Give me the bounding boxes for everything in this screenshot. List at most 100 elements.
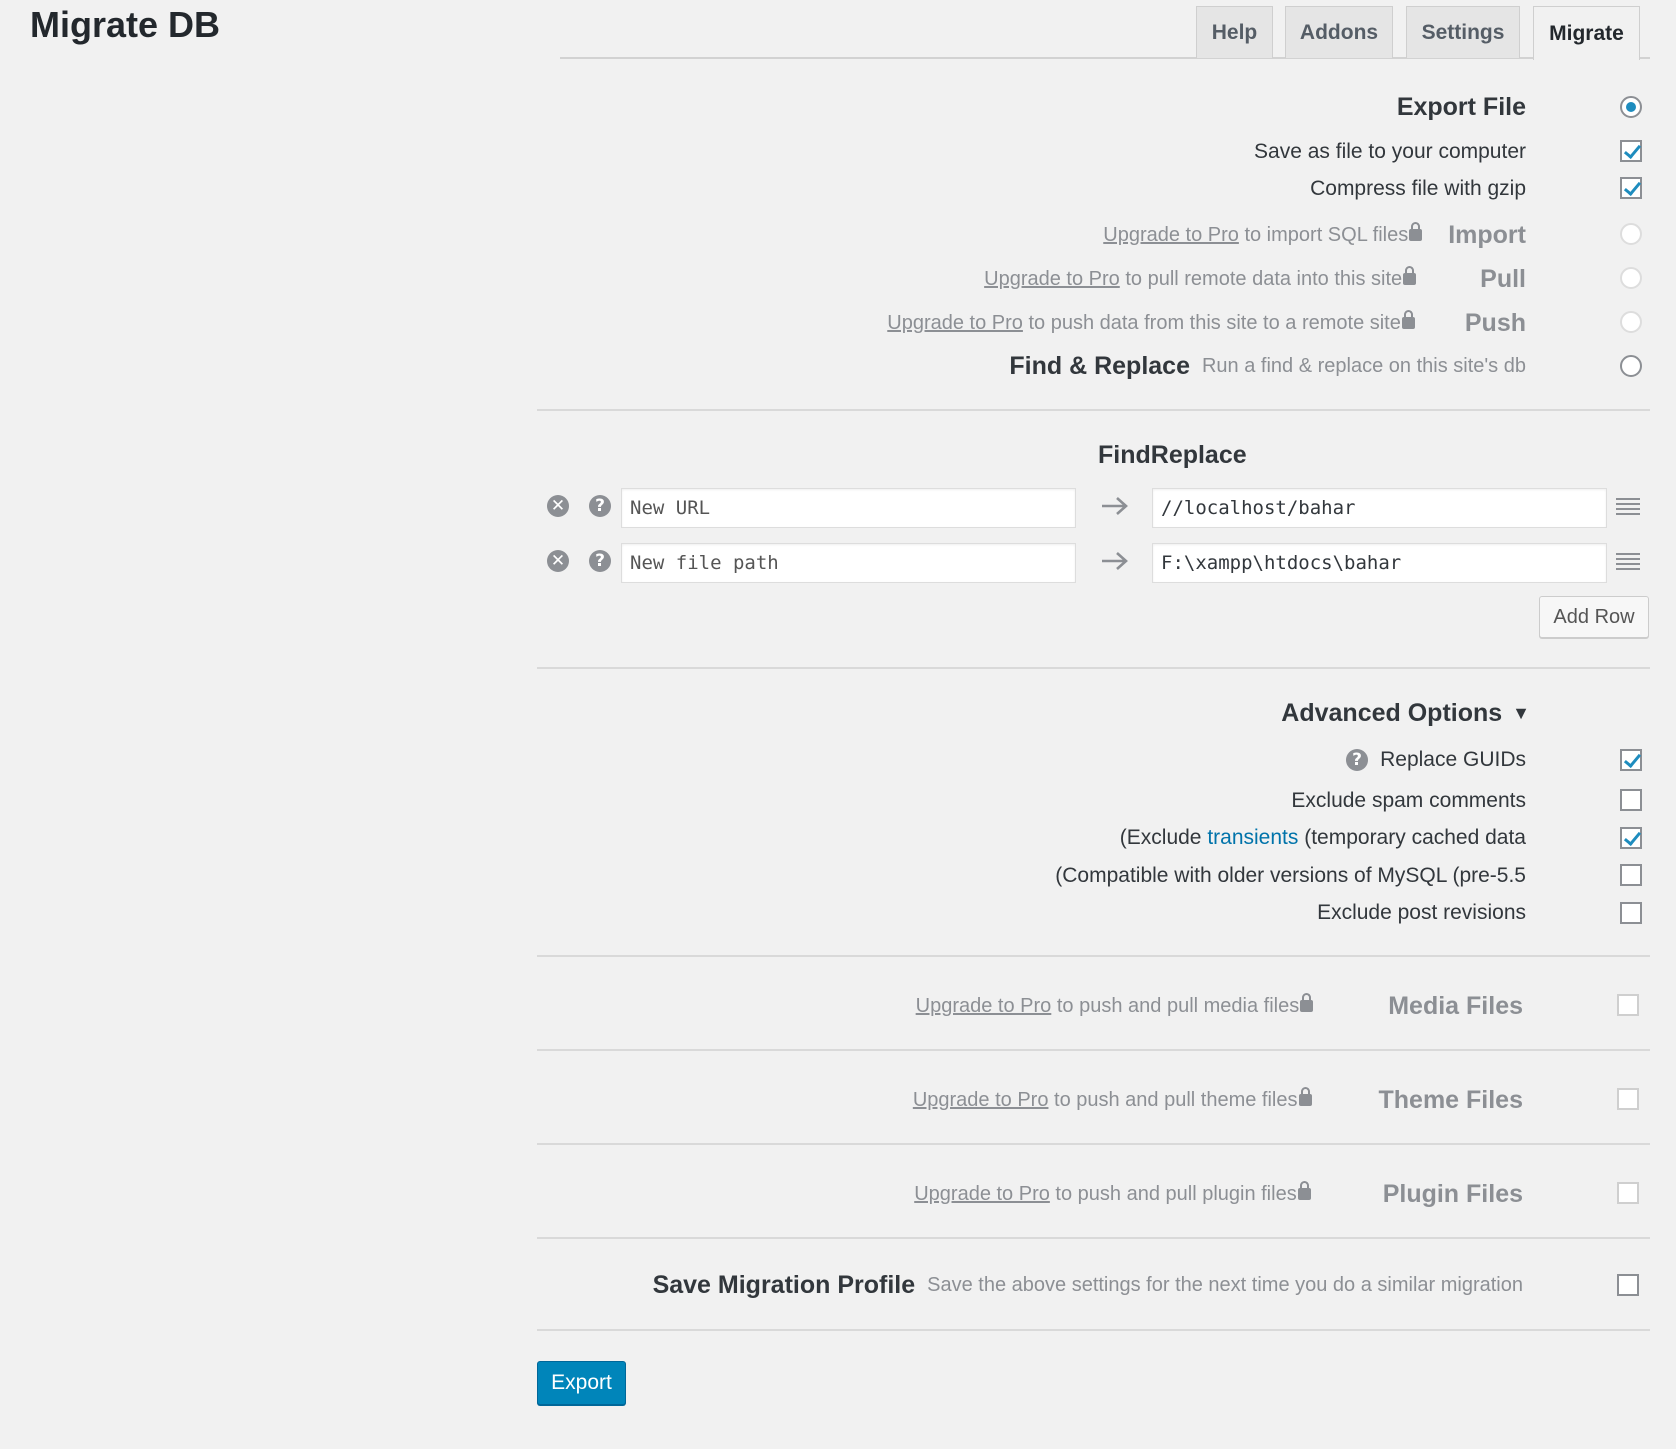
exclude-spam-checkbox[interactable] — [1620, 789, 1642, 811]
compat-mysql-label: (Compatible with older versions of MySQL… — [1055, 864, 1526, 887]
compress-gzip-label: Compress file with gzip — [1310, 177, 1526, 200]
find-input[interactable] — [621, 543, 1076, 583]
push-row: Upgrade to Pro to push data from this si… — [887, 307, 1526, 339]
help-icon[interactable]: ? — [589, 495, 611, 517]
save-as-file-label: Save as file to your computer — [1254, 140, 1526, 163]
import-row: Upgrade to Pro to import SQL files Impor… — [1103, 219, 1526, 251]
pull-upgrade-link[interactable]: Upgrade to Pro — [984, 268, 1120, 290]
plugin-files-row: Upgrade to Pro to push and pull plugin f… — [914, 1177, 1523, 1211]
lock-icon — [1401, 310, 1415, 329]
tab-help[interactable]: Help — [1196, 6, 1273, 58]
plugin-upgrade-text: Upgrade to Pro to push and pull plugin f… — [914, 1183, 1296, 1206]
theme-files-checkbox[interactable] — [1617, 1088, 1639, 1110]
media-upgrade-text: Upgrade to Pro to push and pull media fi… — [916, 995, 1300, 1018]
compat-mysql-checkbox[interactable] — [1620, 864, 1642, 886]
media-desc: to push and pull media files — [1051, 994, 1300, 1017]
find-replace-title: FindReplace — [1098, 441, 1247, 469]
transients-link[interactable]: transients — [1207, 826, 1298, 849]
replace-guids-checkbox[interactable] — [1620, 749, 1642, 771]
plugin-files-label: Plugin Files — [1382, 1179, 1523, 1208]
theme-upgrade-link[interactable]: Upgrade to Pro — [913, 1089, 1049, 1111]
pull-row: Upgrade to Pro to pull remote data into … — [984, 263, 1526, 295]
divider — [537, 1237, 1650, 1239]
plugin-files-checkbox[interactable] — [1617, 1182, 1639, 1204]
find-replace-desc: Run a find & replace on this site's db — [1201, 354, 1526, 377]
import-label: Import — [1448, 220, 1526, 249]
replace-input[interactable] — [1152, 543, 1607, 583]
save-profile-label: Save Migration Profile — [652, 1270, 916, 1299]
import-upgrade-text: Upgrade to Pro to import SQL files — [1103, 224, 1408, 247]
pull-desc: to pull remote data into this site — [1119, 267, 1403, 290]
lock-icon — [1300, 993, 1314, 1012]
exclude-spam-row: Exclude spam comments — [1291, 786, 1526, 816]
replace-guids-row: ? Replace GUIDs — [1346, 745, 1526, 775]
exclude-revisions-row: Exclude post revisions — [1317, 898, 1526, 928]
lock-icon — [1297, 1181, 1311, 1200]
lock-icon — [1409, 222, 1423, 241]
pull-radio[interactable] — [1620, 267, 1642, 289]
remove-row-icon[interactable]: ✕ — [547, 550, 569, 572]
save-profile-checkbox[interactable] — [1617, 1274, 1639, 1296]
exclude-transients-label: (Exclude transients (temporary cached da… — [1120, 826, 1526, 850]
import-upgrade-link[interactable]: Upgrade to Pro — [1103, 224, 1239, 246]
import-radio[interactable] — [1620, 223, 1642, 245]
compress-gzip-checkbox[interactable] — [1620, 177, 1642, 199]
media-upgrade-link[interactable]: Upgrade to Pro — [916, 995, 1052, 1017]
save-profile-row: Save Migration Profile Save the above se… — [653, 1268, 1523, 1302]
exclude-spam-label: Exclude spam comments — [1291, 789, 1526, 812]
save-as-file-checkbox[interactable] — [1620, 140, 1642, 162]
compress-gzip-row: Compress file with gzip — [1310, 174, 1526, 204]
exclude-revisions-label: Exclude post revisions — [1317, 901, 1526, 924]
compat-mysql-row: (Compatible with older versions of MySQL… — [1055, 861, 1526, 891]
plugin-desc: to push and pull plugin files — [1049, 1182, 1297, 1205]
theme-upgrade-text: Upgrade to Pro to push and pull theme fi… — [913, 1089, 1298, 1112]
exclude-revisions-checkbox[interactable] — [1620, 902, 1642, 924]
page-title: Migrate DB — [30, 4, 221, 45]
divider — [537, 1329, 1650, 1331]
help-icon[interactable]: ? — [589, 550, 611, 572]
pull-upgrade-text: Upgrade to Pro to pull remote data into … — [984, 268, 1402, 291]
advanced-options-toggle[interactable]: Advanced Options ▼ — [1281, 696, 1530, 730]
drag-handle-icon[interactable] — [1616, 498, 1640, 516]
find-replace-radio[interactable] — [1620, 355, 1642, 377]
theme-files-label: Theme Files — [1378, 1085, 1524, 1114]
media-files-row: Upgrade to Pro to push and pull media fi… — [916, 989, 1523, 1023]
push-upgrade-link[interactable]: Upgrade to Pro — [887, 312, 1023, 334]
find-replace-label: Find & Replace — [1009, 351, 1190, 380]
save-as-file-row: Save as file to your computer — [1254, 137, 1526, 167]
save-profile-desc: Save the above settings for the next tim… — [927, 1273, 1523, 1296]
tab-settings[interactable]: Settings — [1406, 6, 1520, 58]
exclude-transients-prefix: (Exclude — [1119, 826, 1208, 849]
tab-migrate[interactable]: Migrate — [1533, 6, 1640, 60]
tab-addons[interactable]: Addons — [1285, 6, 1393, 58]
exclude-transients-suffix: (temporary cached data — [1298, 826, 1526, 849]
export-file-label: Export File — [1396, 92, 1526, 121]
divider — [537, 1143, 1650, 1145]
dropdown-triangle-icon: ▼ — [1512, 702, 1530, 723]
exclude-transients-checkbox[interactable] — [1620, 827, 1642, 849]
push-radio[interactable] — [1620, 311, 1642, 333]
help-icon[interactable]: ? — [1346, 749, 1369, 771]
theme-files-row: Upgrade to Pro to push and pull theme fi… — [913, 1083, 1523, 1117]
advanced-options-title: Advanced Options — [1281, 698, 1503, 727]
media-files-checkbox[interactable] — [1617, 994, 1639, 1016]
divider — [537, 667, 1650, 669]
push-upgrade-text: Upgrade to Pro to push data from this si… — [887, 312, 1401, 335]
divider — [537, 1049, 1650, 1051]
export-button[interactable]: Export — [537, 1361, 626, 1405]
plugin-upgrade-link[interactable]: Upgrade to Pro — [914, 1183, 1050, 1205]
divider — [537, 955, 1650, 957]
drag-handle-icon[interactable] — [1616, 553, 1640, 571]
remove-row-icon[interactable]: ✕ — [547, 495, 569, 517]
find-input[interactable] — [621, 488, 1076, 528]
add-row-button[interactable]: Add Row — [1539, 596, 1649, 638]
replace-input[interactable] — [1152, 488, 1607, 528]
theme-desc: to push and pull theme files — [1048, 1088, 1298, 1111]
export-file-radio[interactable] — [1620, 96, 1642, 118]
divider — [537, 409, 1650, 411]
export-file-row: Export File — [1397, 90, 1526, 124]
lock-icon — [1298, 1087, 1312, 1106]
arrow-right-icon — [1102, 497, 1128, 515]
arrow-right-icon — [1102, 552, 1128, 570]
push-desc: to push data from this site to a remote … — [1022, 311, 1401, 334]
